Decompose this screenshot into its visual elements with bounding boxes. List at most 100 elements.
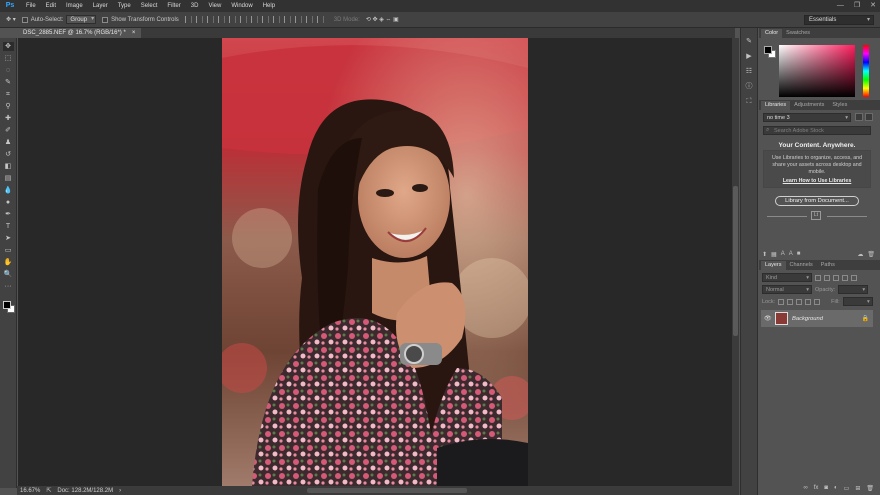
distribute-left-icon[interactable]: [283, 16, 291, 23]
library-select[interactable]: no time 3: [763, 113, 851, 122]
color-foreground-swatch[interactable]: [764, 46, 772, 54]
list-view-icon[interactable]: [865, 113, 873, 121]
zoom-tool-icon[interactable]: 🔍: [3, 270, 14, 279]
layer-filter-kind[interactable]: Kind: [762, 273, 812, 282]
paths-icon[interactable]: ⛶: [744, 97, 754, 106]
minimize-icon[interactable]: —: [837, 0, 844, 12]
distribute-right-icon[interactable]: [305, 16, 313, 23]
library-from-document-button[interactable]: Library from Document...: [775, 196, 859, 206]
menu-type[interactable]: Type: [113, 0, 136, 12]
distribute-top-icon[interactable]: [250, 16, 258, 23]
history-brush-tool-icon[interactable]: ↺: [3, 150, 14, 159]
lasso-tool-icon[interactable]: ◌: [3, 66, 14, 75]
align-bottom-icon[interactable]: [206, 16, 214, 23]
brush-settings-icon[interactable]: ✎: [744, 37, 754, 46]
status-menu-arrow[interactable]: ›: [119, 488, 121, 494]
filter-smart-object-icon[interactable]: [851, 274, 857, 281]
add-mask-icon[interactable]: ◙: [824, 485, 828, 491]
quick-select-tool-icon[interactable]: ✎: [3, 78, 14, 87]
path-select-tool-icon[interactable]: ➤: [3, 234, 14, 243]
info-icon[interactable]: ⓘ: [744, 82, 754, 91]
lock-all-icon[interactable]: [814, 298, 821, 305]
layer-style-icon[interactable]: fx: [814, 485, 819, 491]
lock-image-icon[interactable]: [787, 298, 794, 305]
shape-tool-icon[interactable]: ▭: [3, 246, 14, 255]
filter-shape-icon[interactable]: [842, 274, 848, 281]
tab-paths[interactable]: Paths: [817, 261, 839, 270]
filter-type-icon[interactable]: [833, 274, 839, 281]
eyedropper-tool-icon[interactable]: ⚲: [3, 102, 14, 111]
adjustment-layer-icon[interactable]: ◐: [834, 485, 838, 491]
align-left-icon[interactable]: [217, 16, 225, 23]
actions-play-icon[interactable]: ▶: [744, 52, 754, 61]
layer-visibility-eye-icon[interactable]: 👁: [764, 315, 772, 322]
foreground-color-swatch[interactable]: [3, 301, 11, 309]
tab-swatches[interactable]: Swatches: [782, 29, 814, 38]
more-tools-icon[interactable]: ···: [3, 282, 14, 291]
text-icon[interactable]: A: [789, 251, 793, 257]
tab-channels[interactable]: Channels: [786, 261, 817, 270]
align-middle-icon[interactable]: [195, 16, 203, 23]
blur-tool-icon[interactable]: 💧: [3, 186, 14, 195]
cloud-sync-icon[interactable]: ☁: [857, 251, 863, 258]
opacity-field[interactable]: [838, 285, 869, 294]
hand-tool-icon[interactable]: ✋: [3, 258, 14, 267]
menu-window[interactable]: Window: [226, 0, 257, 12]
blend-mode-select[interactable]: Normal: [762, 285, 812, 294]
menu-help[interactable]: Help: [258, 0, 280, 12]
close-window-icon[interactable]: ✕: [870, 0, 876, 12]
lock-artboard-icon[interactable]: [805, 298, 812, 305]
zoom-level[interactable]: 16.67%: [20, 488, 40, 494]
menu-layer[interactable]: Layer: [88, 0, 113, 12]
move-tool-preset-icon[interactable]: ✥ ▾: [6, 16, 16, 23]
menu-view[interactable]: View: [203, 0, 226, 12]
align-center-icon[interactable]: [228, 16, 236, 23]
brush-tool-icon[interactable]: ✐: [3, 126, 14, 135]
tab-libraries[interactable]: Libraries: [761, 101, 791, 110]
auto-select-checkbox[interactable]: [21, 16, 28, 23]
healing-tool-icon[interactable]: ✚: [3, 114, 14, 123]
dodge-tool-icon[interactable]: ●: [3, 198, 14, 207]
document-image[interactable]: [222, 38, 528, 486]
document-tab[interactable]: DSC_2885.NEF @ 16.7% (RGB/16*) * ×: [17, 28, 142, 38]
add-content-icon[interactable]: ⬆: [762, 251, 767, 258]
fill-field[interactable]: [842, 297, 873, 306]
type-tool-icon[interactable]: T: [3, 222, 14, 231]
distribute-middle-icon[interactable]: [261, 16, 269, 23]
pen-tool-icon[interactable]: ✒: [3, 210, 14, 219]
photoshop-logo-icon[interactable]: Ps: [3, 1, 17, 11]
properties-icon[interactable]: ☷: [744, 67, 754, 76]
filter-adjustment-icon[interactable]: [824, 274, 830, 281]
menu-file[interactable]: File: [21, 0, 41, 12]
auto-align-icon[interactable]: [316, 16, 324, 23]
layer-lock-icon[interactable]: 🔒: [862, 315, 869, 322]
tab-color[interactable]: Color: [761, 29, 783, 38]
menu-3d[interactable]: 3D: [186, 0, 204, 12]
color-add-icon[interactable]: ■: [797, 251, 801, 257]
layer-name[interactable]: Background: [792, 316, 858, 322]
new-group-icon[interactable]: ▭: [844, 485, 850, 492]
close-tab-icon[interactable]: ×: [132, 28, 136, 38]
menu-image[interactable]: Image: [61, 0, 88, 12]
tab-styles[interactable]: Styles: [828, 101, 851, 110]
library-search-input[interactable]: Search Adobe Stock: [763, 126, 871, 135]
graphic-icon[interactable]: ▦: [771, 251, 777, 258]
link-layers-icon[interactable]: ∞: [803, 485, 807, 491]
tab-layers[interactable]: Layers: [761, 261, 786, 270]
eraser-tool-icon[interactable]: ◧: [3, 162, 14, 171]
crop-tool-icon[interactable]: ⌗: [3, 90, 14, 99]
tab-adjustments[interactable]: Adjustments: [790, 101, 828, 110]
filter-pixel-icon[interactable]: [815, 274, 821, 281]
move-tool-icon[interactable]: ✥: [2, 42, 14, 51]
canvas-area[interactable]: [18, 38, 732, 488]
restore-icon[interactable]: ❐: [854, 0, 860, 12]
delete-layer-icon[interactable]: 🗑: [866, 485, 874, 492]
distribute-center-icon[interactable]: [294, 16, 302, 23]
export-icon[interactable]: ⇱: [46, 487, 51, 494]
new-layer-icon[interactable]: ⊞: [855, 485, 860, 492]
gradient-tool-icon[interactable]: ▤: [3, 174, 14, 183]
color-picker-field[interactable]: [779, 45, 855, 97]
hue-slider[interactable]: [863, 45, 869, 97]
learn-libraries-link[interactable]: Learn How to Use Libraries: [759, 178, 875, 184]
vertical-scroll-thumb[interactable]: [733, 186, 738, 336]
